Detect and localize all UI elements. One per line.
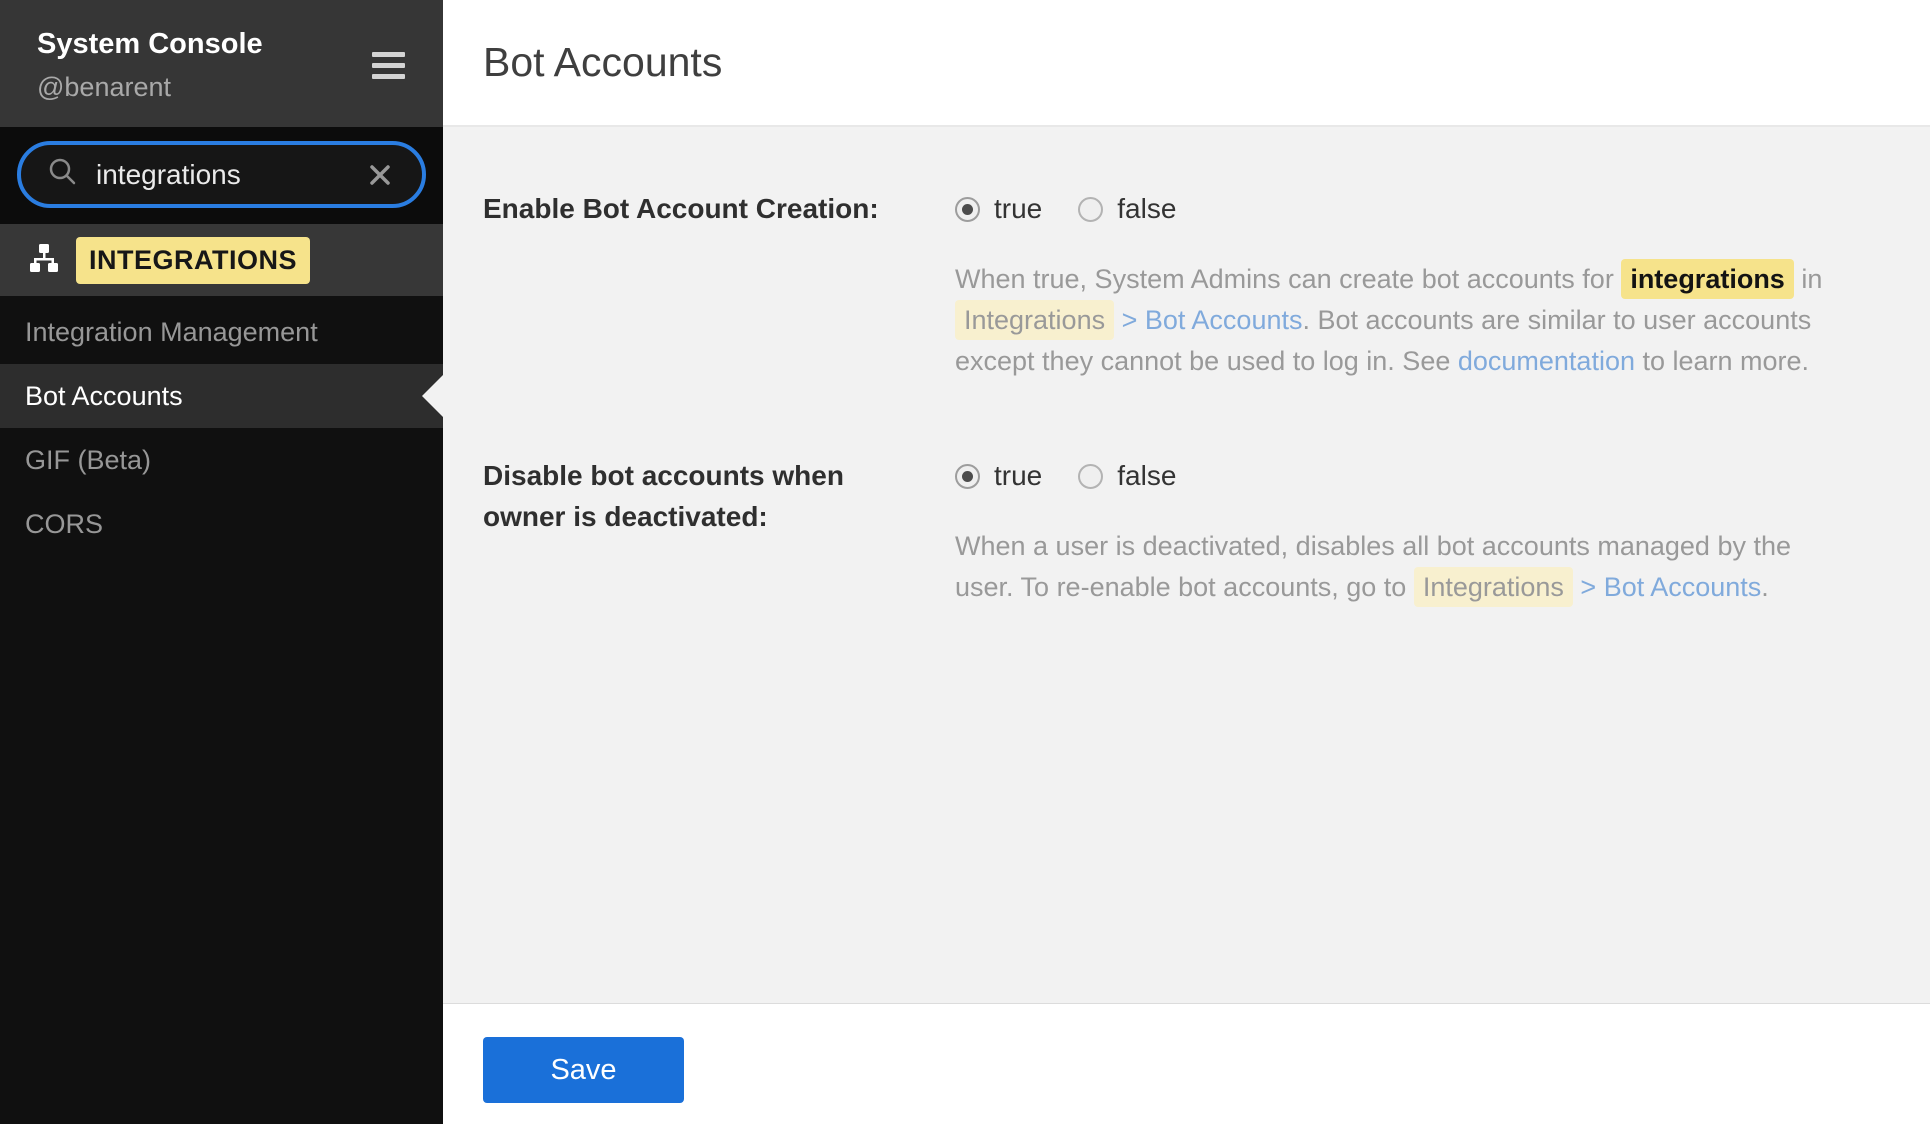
radio-label: false — [1117, 460, 1176, 492]
help-text-segment: When true, System Admins can create bot … — [955, 264, 1621, 294]
setting-row-enable-bot-creation: Enable Bot Account Creation: true false … — [483, 189, 1890, 382]
radio-option-true[interactable]: true — [955, 460, 1042, 492]
settings-content: Enable Bot Account Creation: true false … — [443, 127, 1930, 1004]
sidebar-menu: Integration Management Bot Accounts GIF … — [0, 296, 443, 556]
search-term-highlight: integrations — [1621, 259, 1794, 299]
x-icon — [366, 161, 394, 189]
radio-label: true — [994, 460, 1042, 492]
radio-button-false[interactable] — [1078, 464, 1103, 489]
search-input[interactable] — [96, 159, 362, 191]
setting-control: true false When a user is deactivated, d… — [955, 456, 1825, 608]
section-label-highlighted: INTEGRATIONS — [76, 237, 310, 284]
search-term-highlight: Integrations — [1414, 567, 1573, 607]
sidebar-item-bot-accounts[interactable]: Bot Accounts — [0, 364, 443, 428]
clear-search-button[interactable] — [362, 157, 398, 193]
sidebar-item-gif-beta[interactable]: GIF (Beta) — [0, 428, 443, 492]
sidebar-item-cors[interactable]: CORS — [0, 492, 443, 556]
radio-group-enable-bot-creation: true false — [955, 189, 1825, 229]
radio-button-false[interactable] — [1078, 197, 1103, 222]
sidebar-item-label: GIF (Beta) — [25, 445, 151, 476]
radio-label: true — [994, 193, 1042, 225]
search-term-highlight: Integrations — [955, 300, 1114, 340]
inline-link[interactable]: documentation — [1458, 346, 1635, 376]
radio-button-true[interactable] — [955, 197, 980, 222]
setting-control: true false When true, System Admins can … — [955, 189, 1825, 382]
save-button[interactable]: Save — [483, 1037, 684, 1103]
help-text-segment — [1114, 305, 1122, 335]
magnifier-icon — [47, 156, 79, 193]
radio-option-false[interactable]: false — [1078, 193, 1176, 225]
page-header: Bot Accounts — [443, 0, 1930, 127]
inline-link[interactable]: > Bot Accounts — [1580, 572, 1761, 602]
help-text-segment: in — [1794, 264, 1823, 294]
main-panel: Bot Accounts Enable Bot Account Creation… — [443, 0, 1930, 1124]
inline-link[interactable]: > Bot Accounts — [1122, 305, 1303, 335]
radio-option-true[interactable]: true — [955, 193, 1042, 225]
setting-label-enable-bot-creation: Enable Bot Account Creation: — [483, 189, 903, 382]
menu-toggle-button[interactable] — [372, 52, 405, 79]
page-title: Bot Accounts — [483, 39, 722, 86]
sidebar-header: System Console @benarent — [0, 0, 443, 127]
sidebar-item-integration-management[interactable]: Integration Management — [0, 300, 443, 364]
footer-bar: Save — [443, 1004, 1930, 1124]
sidebar-item-label: Bot Accounts — [25, 381, 183, 412]
help-text-segment: . — [1761, 572, 1769, 602]
sidebar-search-section — [0, 127, 443, 224]
sidebar-item-label: CORS — [25, 509, 103, 540]
radio-group-disable-bots-on-deactivate: true false — [955, 456, 1825, 496]
radio-button-true[interactable] — [955, 464, 980, 489]
help-text-disable-bots-on-deactivate: When a user is deactivated, disables all… — [955, 526, 1825, 608]
help-text-enable-bot-creation: When true, System Admins can create bot … — [955, 259, 1825, 382]
radio-option-false[interactable]: false — [1078, 460, 1176, 492]
hamburger-icon — [372, 52, 405, 57]
setting-row-disable-bots-on-deactivate: Disable bot accounts when owner is deact… — [483, 456, 1890, 608]
help-text-segment: to learn more. — [1635, 346, 1809, 376]
radio-label: false — [1117, 193, 1176, 225]
setting-label-disable-bots-on-deactivate: Disable bot accounts when owner is deact… — [483, 456, 903, 608]
search-box[interactable] — [17, 141, 426, 208]
sidebar-item-label: Integration Management — [25, 317, 318, 348]
sidebar-section-integrations[interactable]: INTEGRATIONS — [0, 224, 443, 296]
sidebar: System Console @benarent — [0, 0, 443, 1124]
sitemap-icon — [28, 243, 60, 278]
